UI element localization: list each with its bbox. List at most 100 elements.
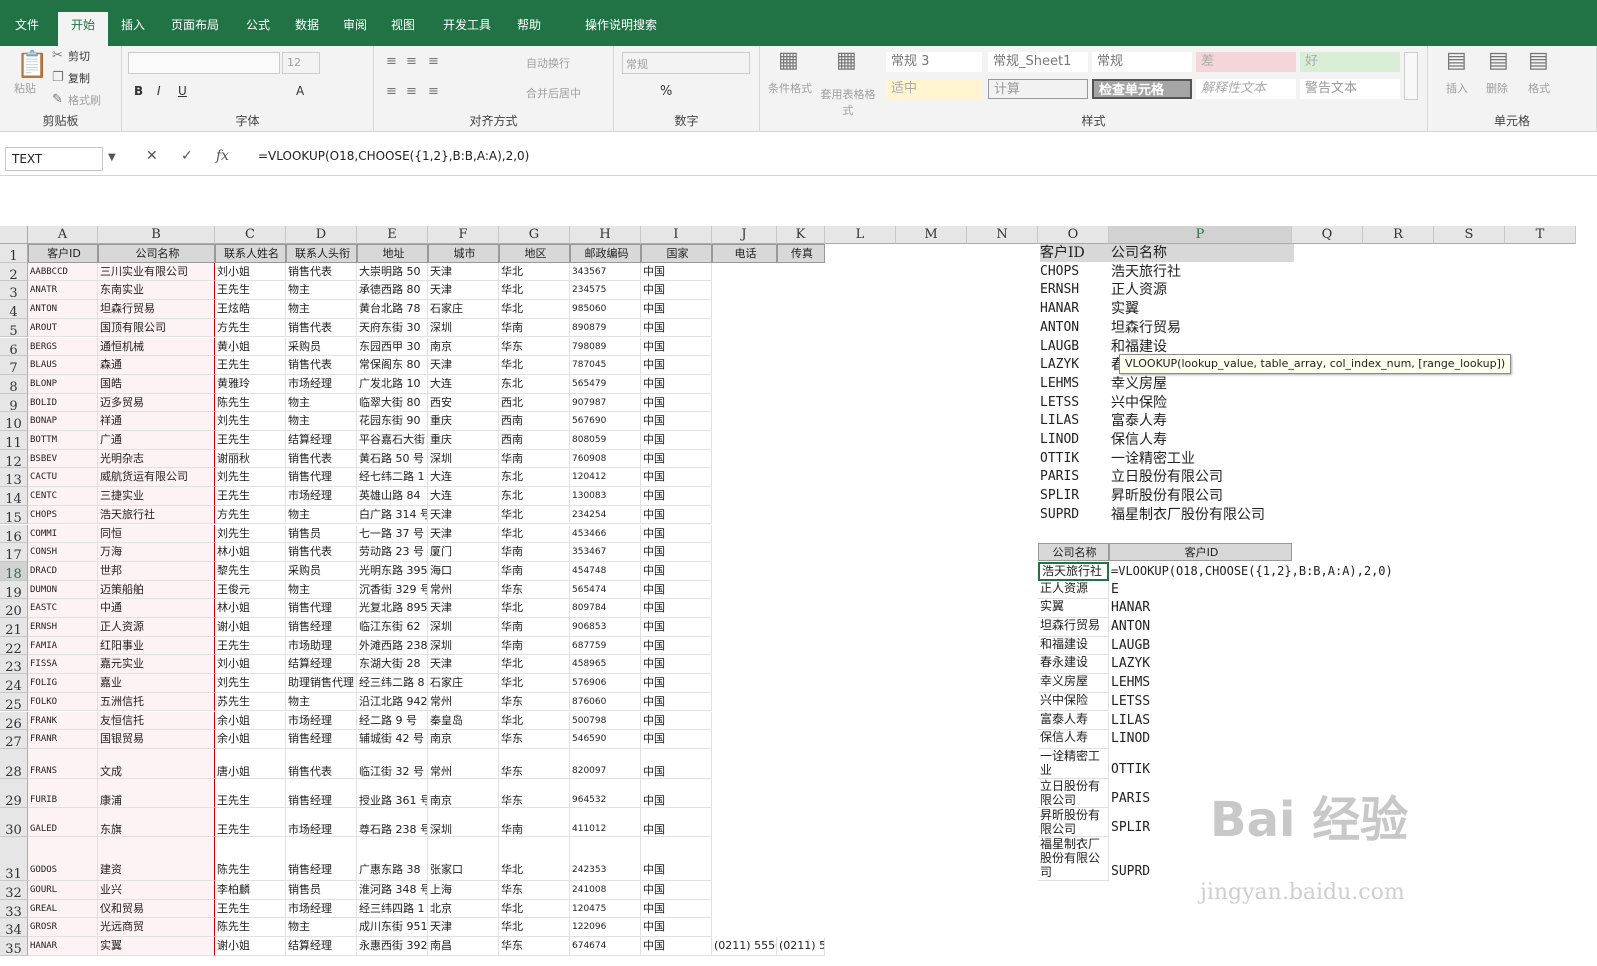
style-cell-9[interactable]: 警告文本 [1300,79,1400,99]
data-cell[interactable]: 广发北路 10 [357,374,428,394]
data-cell[interactable]: 仪和贸易 [98,899,215,919]
row-header-29[interactable]: 29 [0,778,28,809]
data-cell[interactable]: 中国 [641,393,712,413]
data-cell[interactable]: 华北 [499,300,570,319]
data-cell[interactable]: 天津 [428,356,499,375]
column-header-I[interactable]: I [641,226,712,244]
lookup1-id-cell[interactable]: LEHMS [1040,375,1079,393]
row-header-27[interactable]: 27 [0,730,28,750]
table-header-cell[interactable]: 客户ID [28,244,98,263]
data-cell[interactable]: 方先生 [215,318,286,338]
tab-5[interactable]: 数据 [284,14,330,46]
data-cell[interactable]: 中国 [641,543,712,562]
data-cell[interactable]: ANTON [28,300,98,319]
data-cell[interactable]: 深圳 [428,318,499,338]
insert-cells-button[interactable]: 插入 [1446,80,1468,96]
data-cell[interactable]: 天津 [428,655,499,675]
data-cell[interactable]: 刘先生 [215,412,286,431]
data-cell[interactable]: 567690 [570,412,641,431]
tab-7[interactable]: 视图 [380,14,426,46]
data-cell[interactable]: 沿江北路 942 [357,692,428,712]
data-cell[interactable]: 120412 [570,468,641,488]
data-cell[interactable]: BLAUS [28,356,98,375]
style-scrollbar[interactable] [1404,52,1418,100]
data-cell[interactable]: 华北 [499,674,570,693]
data-cell[interactable]: 458965 [570,655,641,675]
data-cell[interactable]: 546590 [570,730,641,749]
data-cell[interactable]: GOURL [28,880,98,900]
data-cell[interactable]: 苏先生 [215,692,286,712]
data-cell[interactable]: 华北 [499,505,570,525]
data-cell[interactable]: 天津 [428,262,499,282]
data-cell[interactable]: 天津 [428,599,499,618]
tab-0[interactable]: 文件 [0,14,54,46]
data-cell[interactable]: 华南 [499,318,570,338]
data-cell[interactable]: 华东 [499,937,570,956]
align-mid-icon[interactable]: ≡ [406,54,417,69]
data-cell[interactable]: 天津 [428,918,499,937]
row-header-35[interactable]: 35 [0,937,28,957]
data-cell[interactable]: 华北 [499,524,570,544]
row-header-17[interactable]: 17 [0,543,28,563]
data-cell[interactable]: 劳动路 23 号 [357,543,428,562]
style-cell-3[interactable]: 差 [1196,52,1296,72]
lookup1-name-cell[interactable]: 浩天旅行社 [1111,263,1181,281]
data-cell[interactable]: 销售代表 [286,262,357,282]
table-header-cell[interactable]: 邮政编码 [570,244,641,263]
lookup2-id-cell[interactable]: ANTON [1111,618,1150,636]
namebox-dropdown-icon[interactable]: ▼ [108,152,116,163]
data-cell[interactable]: 光远商贸 [98,918,215,937]
lookup1-name-cell[interactable]: 一诠精密工业 [1111,450,1195,468]
row-header-11[interactable]: 11 [0,431,28,451]
data-cell[interactable]: 中国 [641,899,712,919]
tab-4[interactable]: 公式 [236,14,280,46]
data-cell[interactable]: 东南实业 [98,281,215,301]
data-cell[interactable]: 中国 [641,618,712,637]
column-header-G[interactable]: G [499,226,570,244]
data-cell[interactable]: 物主 [286,505,357,525]
data-cell[interactable]: 世邦 [98,561,215,581]
data-cell[interactable]: 海口 [428,561,499,581]
copy-icon[interactable]: ❐ [52,70,64,85]
tab-3[interactable]: 页面布局 [160,14,230,46]
data-cell[interactable]: 王俊元 [215,580,286,600]
column-header-B[interactable]: B [98,226,215,244]
data-cell[interactable]: 常州 [428,580,499,600]
column-header-N[interactable]: N [967,226,1038,244]
data-cell[interactable]: 王炫皓 [215,300,286,319]
row-header-26[interactable]: 26 [0,711,28,732]
data-cell[interactable]: 天津 [428,524,499,544]
column-header-J[interactable]: J [712,226,777,244]
data-cell[interactable]: 红阳事业 [98,636,215,656]
wrap-text-button[interactable]: 自动换行 [526,55,570,71]
data-cell[interactable]: 234575 [570,281,641,301]
lookup1-id-cell[interactable]: CHOPS [1040,263,1079,281]
data-cell[interactable]: 964532 [570,778,641,808]
data-cell[interactable]: 500798 [570,711,641,731]
column-header-C[interactable]: C [215,226,286,244]
data-cell[interactable]: 华北 [499,836,570,881]
data-cell[interactable]: 大连 [428,374,499,394]
data-cell[interactable]: 外滩西路 238 [357,636,428,656]
lookup1-id-cell[interactable]: ANTON [1040,319,1079,337]
data-cell[interactable]: 通恒机械 [98,337,215,357]
lookup1-name-cell[interactable]: 福星制衣厂股份有限公司 [1111,506,1265,524]
data-cell[interactable]: BERGS [28,337,98,357]
data-cell[interactable]: 刘先生 [215,468,286,488]
data-cell[interactable]: GROSR [28,918,98,937]
row-header-2[interactable]: 2 [0,262,28,283]
lookup2-name-cell[interactable]: 富泰人寿 [1038,711,1109,731]
data-cell[interactable]: 中国 [641,337,712,357]
data-cell[interactable]: 王先生 [215,356,286,375]
row-header-22[interactable]: 22 [0,636,28,657]
data-cell[interactable]: 常州 [428,692,499,712]
size-box[interactable] [282,52,320,74]
data-cell[interactable]: 唐小姐 [215,748,286,779]
data-cell[interactable]: 王先生 [215,807,286,837]
data-cell[interactable]: 华南 [499,543,570,562]
data-cell[interactable]: 454748 [570,561,641,581]
data-cell[interactable]: (0211) 5550 [712,937,777,956]
data-cell[interactable]: 秦皇岛 [428,711,499,731]
data-cell[interactable]: 西安 [428,393,499,413]
style-cell-6[interactable]: 计算 [988,79,1088,99]
